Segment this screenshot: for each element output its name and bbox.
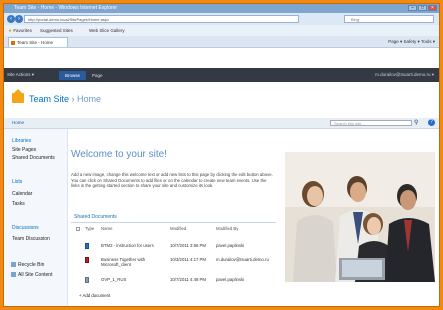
nav-item-all-site-content[interactable]: All Site Content xyxy=(18,272,52,278)
tab-page[interactable]: Page xyxy=(86,71,109,80)
column-header-type[interactable]: Type xyxy=(85,226,94,231)
browser-title-bar: Team Site - Home - Windows Internet Expl… xyxy=(4,4,439,13)
add-document-button[interactable]: + Add document xyxy=(79,293,110,298)
nav-item-site-pages[interactable]: Site Pages xyxy=(12,147,36,153)
document-name-link[interactable]: BTM2 - instruction for users xyxy=(101,243,154,248)
maximize-button[interactable]: □ xyxy=(418,5,427,11)
sharepoint-ribbon: Site Actions ▾ Browse Page m.durailov@ts… xyxy=(4,68,439,82)
word-document-icon xyxy=(85,243,89,249)
nav-item-recycle-bin[interactable]: Recycle Bin xyxy=(18,262,44,268)
all-content-icon xyxy=(11,272,16,277)
site-header: Team Site › Home xyxy=(4,82,439,119)
quick-launch: Libraries Site Pages Shared Documents Li… xyxy=(4,129,68,306)
browser-tab[interactable]: Team Site - Home xyxy=(8,37,68,47)
add-document-label: Add document xyxy=(82,293,111,298)
document-modified-by[interactable]: pavel.paplinski xyxy=(216,243,244,248)
powerpoint-document-icon xyxy=(85,257,89,263)
recycle-bin-icon xyxy=(11,262,16,267)
command-bar[interactable]: Page ▾ Safety ▾ Tools ▾ xyxy=(388,38,435,45)
tab-browse[interactable]: Browse xyxy=(59,71,87,80)
document-modified: 10/7/2011 4:48 PM xyxy=(170,277,206,282)
team-photo-image xyxy=(285,152,435,282)
forward-button[interactable]: › xyxy=(15,15,23,23)
web-slice-gallery-link[interactable]: Web Slice Gallery xyxy=(89,25,125,36)
address-bar[interactable]: http://portal.demo.local/SitePages/Home.… xyxy=(24,15,299,23)
column-header-modified[interactable]: Modified xyxy=(170,226,186,231)
team-photo-illustration xyxy=(285,152,435,282)
address-row: ‹ › http://portal.demo.local/SitePages/H… xyxy=(4,13,439,25)
ribbon-tabs: Browse Page xyxy=(59,71,109,80)
column-header-name[interactable]: Name xyxy=(101,226,112,231)
select-all-checkbox[interactable] xyxy=(76,227,80,231)
current-page-title: Home xyxy=(77,94,102,104)
nav-item-shared-documents[interactable]: Shared Documents xyxy=(12,155,55,161)
suggested-sites-link[interactable]: Suggested Sites xyxy=(40,25,73,36)
browser-search-input[interactable]: Bing xyxy=(344,15,434,23)
document-modified-by[interactable]: pavel.paplinski xyxy=(216,277,244,282)
window-controls: – □ × xyxy=(408,5,437,11)
document-modified-by[interactable]: m.durailov@tsuarti.demo.ru xyxy=(216,257,269,262)
window-title: Team Site - Home - Windows Internet Expl… xyxy=(14,5,118,11)
close-button[interactable]: × xyxy=(428,5,437,11)
divider xyxy=(71,222,276,223)
nav-item-tasks[interactable]: Tasks xyxy=(12,201,25,207)
user-menu[interactable]: m.durailov@tsuarti.demo.ru ▾ xyxy=(375,68,434,82)
document-modified: 10/7/2011 3:56 PM xyxy=(170,243,206,248)
browser-tab-row: Team Site - Home Page ▾ Safety ▾ Tools ▾ xyxy=(4,36,439,48)
table-row[interactable]: OVP_1_RUS 10/7/2011 4:48 PM pavel.paplin… xyxy=(71,277,276,287)
title-separator: › xyxy=(69,94,78,104)
document-modified: 10/3/2011 4:17 PM xyxy=(170,257,206,262)
back-button[interactable]: ‹ xyxy=(7,15,15,23)
site-actions-menu[interactable]: Site Actions ▾ xyxy=(7,68,34,82)
breadcrumb-home[interactable]: Home xyxy=(12,118,24,128)
site-logo-icon xyxy=(12,89,24,103)
table-row[interactable]: Business Together with Microsoft_client … xyxy=(71,257,276,271)
star-icon: ★ xyxy=(8,28,13,33)
minimize-button[interactable]: – xyxy=(408,5,417,11)
browser-window: Team Site - Home - Windows Internet Expl… xyxy=(3,3,440,307)
site-search-input[interactable]: Search this site... xyxy=(330,120,412,126)
document-name-link[interactable]: OVP_1_RUS xyxy=(101,277,126,282)
nav-item-calendar[interactable]: Calendar xyxy=(12,191,32,197)
welcome-text: Add a new image, change this welcome tex… xyxy=(71,172,273,189)
welcome-heading: Welcome to your site! xyxy=(71,149,167,160)
breadcrumb-row: Home Search this site... ⚲ ? xyxy=(4,118,439,129)
document-name-link[interactable]: Business Together with Microsoft_client xyxy=(101,257,165,267)
favorites-button[interactable]: ★ Favorites xyxy=(8,25,32,36)
site-title-link[interactable]: Team Site xyxy=(29,94,69,104)
document-icon xyxy=(85,277,89,283)
shared-documents-title[interactable]: Shared Documents xyxy=(74,214,117,220)
nav-section-discussions[interactable]: Discussions xyxy=(12,225,39,231)
nav-section-lists[interactable]: Lists xyxy=(12,179,22,185)
table-row[interactable]: BTM2 - instruction for users 10/7/2011 3… xyxy=(71,243,276,253)
nav-item-team-discussion[interactable]: Team Discussion xyxy=(12,236,50,242)
help-icon[interactable]: ? xyxy=(428,119,435,126)
page-title: Team Site › Home xyxy=(29,94,101,104)
search-icon[interactable]: ⚲ xyxy=(414,119,418,127)
nav-section-libraries[interactable]: Libraries xyxy=(12,138,31,144)
column-header-modified-by[interactable]: Modified By xyxy=(216,226,238,231)
favorites-label: Favorites xyxy=(13,28,32,33)
